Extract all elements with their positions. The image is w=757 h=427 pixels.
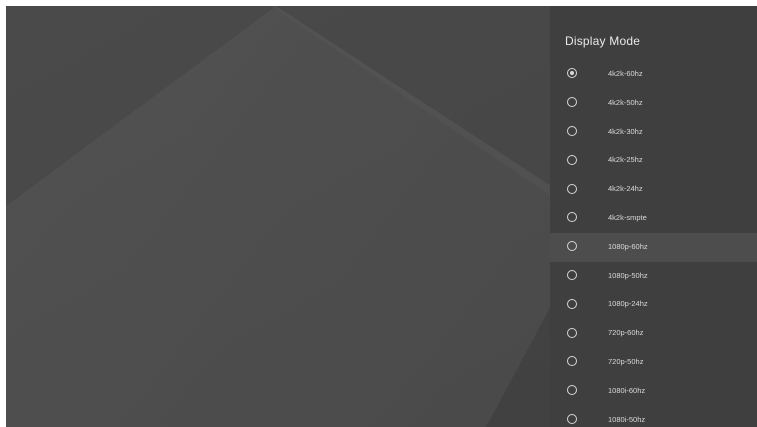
radio-dot-icon <box>569 70 574 76</box>
radio-unselected-icon[interactable] <box>567 269 577 280</box>
option-label: 4k2k-smpte <box>608 212 647 222</box>
display-mode-option[interactable]: 720p-50hz <box>550 348 757 377</box>
radio-unselected-icon[interactable] <box>567 97 577 108</box>
option-label: 4k2k-60hz <box>608 69 643 78</box>
display-mode-list: 4k2k-60hz 4k2k-50hz 4k2k-30hz 4k2k-25hz 4k2k… <box>550 60 757 427</box>
radio-unselected-icon[interactable] <box>567 356 577 367</box>
display-mode-option[interactable]: 4k2k-24hz <box>550 175 757 204</box>
radio-unselected-icon[interactable] <box>567 413 577 424</box>
display-mode-option[interactable]: 1080p-24hz <box>550 290 757 319</box>
radio-unselected-icon[interactable] <box>567 241 577 252</box>
option-label: 1080i-50hz <box>608 414 646 424</box>
option-label: 4k2k-30hz <box>608 126 643 136</box>
display-mode-option[interactable]: 4k2k-25hz <box>550 146 757 175</box>
option-label: 1080p-24hz <box>608 299 648 309</box>
display-mode-option[interactable]: 1080p-60hz <box>550 232 757 262</box>
radio-selected-icon[interactable] <box>567 68 577 79</box>
radio-unselected-icon[interactable] <box>567 183 577 194</box>
option-label: 4k2k-50hz <box>608 97 643 107</box>
panel-title: Display Mode <box>565 34 641 48</box>
display-mode-panel: Display Mode 4k2k-60hz 4k2k-50hz 4k2k-30hz… <box>550 6 757 427</box>
display-mode-option[interactable]: 4k2k-60hz <box>550 60 757 89</box>
radio-unselected-icon[interactable] <box>567 385 577 396</box>
radio-unselected-icon[interactable] <box>567 154 577 165</box>
radio-unselected-icon[interactable] <box>567 212 577 223</box>
radio-unselected-icon[interactable] <box>567 327 577 338</box>
radio-unselected-icon[interactable] <box>567 125 577 136</box>
display-mode-option[interactable]: 4k2k-50hz <box>550 89 757 118</box>
display-mode-option[interactable]: 720p-60hz <box>550 319 757 348</box>
display-mode-option[interactable]: 1080p-50hz <box>550 262 757 291</box>
option-label: 720p-60hz <box>608 328 644 338</box>
radio-unselected-icon[interactable] <box>567 298 577 309</box>
tv-screen: Display Mode 4k2k-60hz 4k2k-50hz 4k2k-30hz… <box>6 6 757 427</box>
display-mode-option[interactable]: 4k2k-smpte <box>550 204 757 233</box>
option-label: 720p-50hz <box>608 356 644 366</box>
option-label: 4k2k-24hz <box>608 184 643 194</box>
display-mode-option[interactable]: 1080i-60hz <box>550 377 757 406</box>
option-label: 4k2k-25hz <box>608 155 643 165</box>
option-label: 1080p-60hz <box>608 241 648 251</box>
display-mode-option[interactable]: 1080i-50hz <box>550 406 757 427</box>
option-label: 1080i-60hz <box>608 385 646 395</box>
option-label: 1080p-50hz <box>608 270 648 280</box>
display-mode-option[interactable]: 4k2k-30hz <box>550 118 757 147</box>
